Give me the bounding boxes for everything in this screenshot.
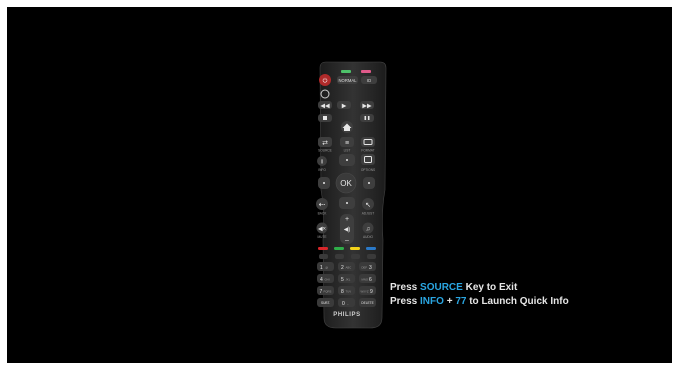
- keypad-key-number: 6: [369, 277, 372, 283]
- instruction-line-exit: Press SOURCE Key to Exit: [390, 282, 518, 293]
- list-label: LIST: [344, 149, 351, 153]
- instruction-text: Press SOURCE Key to Exit Press INFO + 77…: [390, 281, 569, 309]
- right-indicator-icon: [368, 182, 370, 184]
- power-icon: ⏻: [323, 78, 328, 85]
- led-green: [341, 70, 351, 73]
- info-key-highlight: INFO: [420, 296, 444, 307]
- normal-label: NORMAL: [339, 78, 358, 83]
- audio-label: AUDIO: [363, 235, 374, 239]
- keypad-key-letters: MNO: [362, 278, 369, 282]
- stop-icon: [323, 116, 327, 120]
- back-icon: ⇠: [319, 200, 326, 209]
- green-key-button[interactable]: [334, 247, 344, 250]
- extra-key-4[interactable]: [367, 254, 376, 259]
- source-label: SOURCE: [318, 149, 332, 153]
- list-icon: ≡: [345, 140, 349, 147]
- keypad-key-number: 7: [320, 289, 323, 295]
- keypad-key-letters: GHI: [325, 278, 330, 282]
- keypad-key-letters: JKL: [346, 278, 351, 282]
- keypad-key-letters: _: [346, 302, 349, 306]
- keypad-key-number: 9: [370, 289, 373, 295]
- keypad-key-number: 1: [320, 265, 323, 271]
- remote-control: ⏻ NORMAL ID ◀◀ ▶ ▶▶ ⇄ SOURCE ≡ LIST FORM…: [316, 61, 387, 329]
- number-key-highlight: 77: [455, 296, 467, 307]
- subtitle-label: SUBT.: [321, 301, 330, 305]
- source-icon: ⇄: [322, 140, 328, 147]
- instruction-line-quick-info: Press INFO + 77 to Launch Quick Info: [390, 296, 569, 307]
- keypad-key-letters: TUV: [346, 290, 352, 294]
- options-label: OPTIONS: [361, 168, 375, 172]
- keypad-key-number: 2: [341, 265, 344, 271]
- pause-button[interactable]: [360, 114, 374, 122]
- fast-forward-icon: ▶▶: [362, 104, 372, 110]
- keypad-key-letters: .@: [325, 266, 329, 270]
- keypad-key-letters: ABC: [346, 266, 352, 270]
- keypad-key-letters: PQRS: [324, 290, 332, 294]
- extra-key-3[interactable]: [351, 254, 360, 259]
- keypad-key-letters: DEF: [362, 266, 368, 270]
- source-key-highlight: SOURCE: [420, 282, 463, 293]
- format-button[interactable]: [361, 137, 375, 147]
- info-label: INFO: [318, 168, 326, 172]
- down-indicator-icon: [346, 202, 348, 204]
- options-button[interactable]: [361, 154, 375, 165]
- keypad-key-letters: WXYZ: [361, 290, 369, 294]
- left-indicator-icon: [323, 182, 325, 184]
- keypad-key-number: 0: [342, 301, 345, 307]
- pause-icon: [364, 116, 367, 120]
- brand-logo: PHILIPS: [333, 312, 361, 318]
- keypad-key-number: 3: [369, 265, 372, 271]
- led-pink: [361, 70, 371, 73]
- back-label: BACK: [318, 212, 328, 216]
- format-label: FORMAT: [361, 149, 374, 153]
- volume-down-icon: –: [345, 237, 349, 244]
- mute-label: MUTE: [317, 235, 326, 239]
- play-icon: ▶: [342, 104, 347, 110]
- extra-key-1[interactable]: [319, 254, 328, 259]
- volume-up-icon: +: [345, 216, 349, 223]
- keypad-key-number: 4: [320, 277, 323, 283]
- rewind-icon: ◀◀: [320, 104, 330, 110]
- keypad-key-number: 8: [341, 289, 344, 295]
- yellow-key-button[interactable]: [350, 247, 360, 250]
- adjust-icon: ↖: [365, 202, 371, 209]
- blue-key-button[interactable]: [366, 247, 376, 250]
- audio-icon: ♫: [366, 227, 371, 233]
- ok-label: OK: [340, 179, 352, 188]
- up-indicator-icon: [346, 159, 348, 161]
- keypad-key-number: 5: [341, 277, 344, 283]
- delete-label: DELETE: [361, 301, 373, 305]
- info-icon: i: [321, 159, 323, 166]
- adjust-label: ADJUST: [362, 212, 374, 216]
- mute-icon: ◀×: [318, 227, 327, 233]
- red-key-button[interactable]: [318, 247, 328, 250]
- extra-key-2[interactable]: [335, 254, 344, 259]
- volume-icon: ◀): [344, 227, 351, 233]
- id-label: ID: [367, 78, 371, 83]
